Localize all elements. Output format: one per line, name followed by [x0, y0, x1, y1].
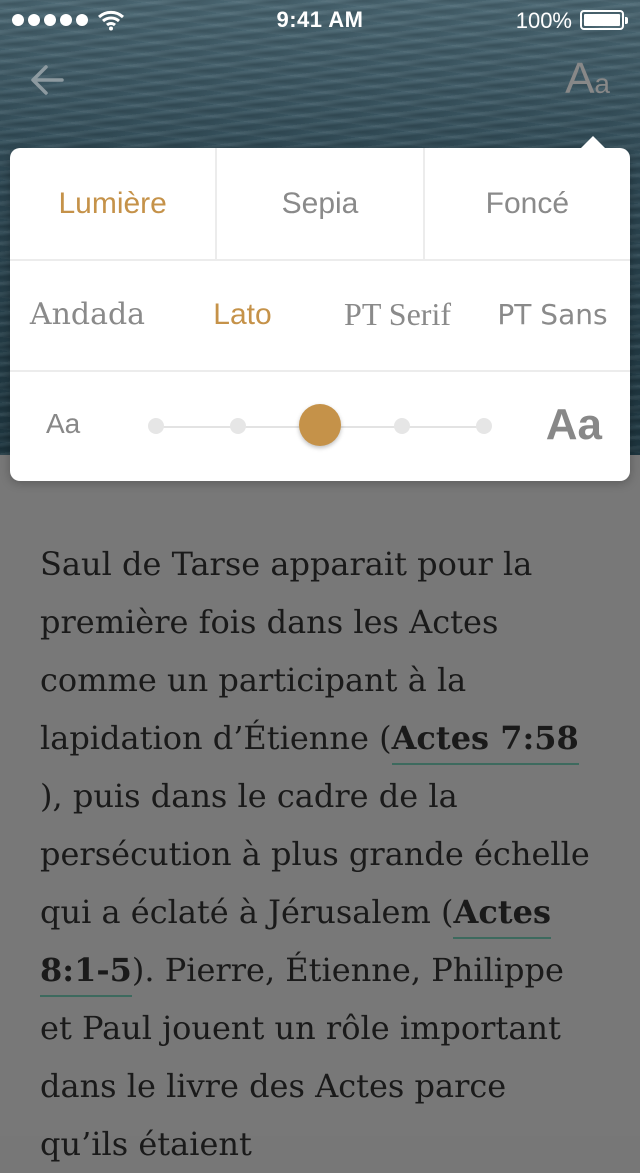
- text-size-step[interactable]: [476, 418, 492, 434]
- scripture-link[interactable]: Actes 7:58: [391, 719, 579, 765]
- battery-icon: [580, 10, 628, 30]
- status-bar: 9:41 AM 100%: [0, 0, 640, 40]
- theme-selector: Lumière Sepia Foncé: [10, 148, 630, 261]
- text-size-step[interactable]: [394, 418, 410, 434]
- article-paragraph: Saul de Tarse apparait pour la première …: [40, 535, 600, 1173]
- text-size-step[interactable]: [230, 418, 246, 434]
- article-body: Saul de Tarse apparait pour la première …: [0, 455, 640, 1163]
- text-size-control: Aa Aa: [10, 372, 630, 481]
- battery-percent: 100%: [515, 8, 572, 33]
- font-settings-label-big: A: [565, 54, 595, 103]
- theme-option-lumiere[interactable]: Lumière: [10, 148, 215, 259]
- arrow-left-icon: [31, 65, 64, 95]
- theme-option-fonce[interactable]: Foncé: [422, 148, 630, 259]
- text-size-thumb[interactable]: [299, 404, 341, 446]
- text-size-large-label: Aa: [545, 400, 602, 449]
- back-button[interactable]: [26, 58, 70, 102]
- text-size-small-label: Aa: [46, 408, 81, 439]
- text-size-step[interactable]: [148, 418, 164, 434]
- font-selector: Andada Lato PT Serif PT Sans: [10, 259, 630, 372]
- font-option-andada[interactable]: Andada: [10, 259, 165, 370]
- font-settings-button[interactable]: Aa: [565, 54, 610, 104]
- theme-option-sepia[interactable]: Sepia: [215, 148, 422, 259]
- font-option-lato[interactable]: Lato: [165, 259, 320, 370]
- font-option-pt-sans[interactable]: PT Sans: [475, 259, 630, 370]
- font-option-pt-serif[interactable]: PT Serif: [320, 259, 475, 370]
- font-settings-label-small: a: [594, 68, 610, 99]
- reader-settings-popover: Lumière Sepia Foncé Andada Lato PT Serif…: [10, 136, 630, 481]
